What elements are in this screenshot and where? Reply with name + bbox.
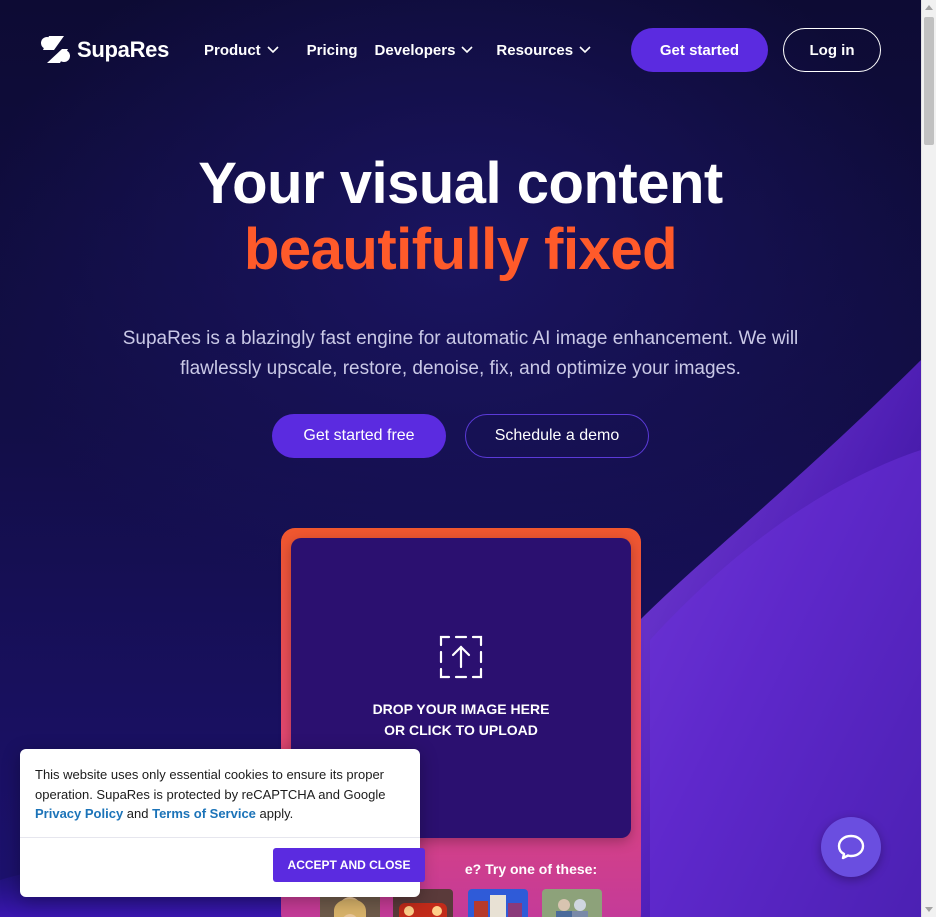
couple-sample-icon [542,889,602,917]
chat-bubble-icon [837,834,865,860]
upload-instructions: DROP YOUR IMAGE HERE OR CLICK TO UPLOAD [291,699,631,741]
nav-product[interactable]: Product [204,40,279,60]
logo-text: SupaRes [77,36,170,62]
hero-title-line1: Your visual content [198,151,723,216]
page-background: SupaRes Product Pricing Developers Resou… [0,0,921,917]
nav-developers[interactable]: Developers [375,40,474,60]
nav-product-label: Product [204,41,261,59]
scrollbar-thumb[interactable] [924,17,934,145]
nav-resources-label: Resources [496,41,574,59]
building-sample-icon [468,889,528,917]
get-started-button[interactable]: Get started [631,28,768,72]
login-button[interactable]: Log in [783,28,881,72]
sample-image-couple[interactable] [542,889,602,917]
sample-image-building[interactable] [468,889,528,917]
nav-developers-label: Developers [374,41,456,59]
logo[interactable]: SupaRes [40,34,169,65]
nav-resources[interactable]: Resources [496,40,591,60]
get-started-free-button[interactable]: Get started free [272,414,446,458]
suppres-logo-icon [41,36,70,63]
nav-pricing-label: Pricing [306,41,358,59]
main-nav: Product Pricing Developers Resources [204,40,591,60]
chat-launcher-button[interactable] [821,817,881,877]
hero-subtitle: SupaRes is a blazingly fast engine for a… [122,328,799,379]
cookie-divider [20,837,420,838]
accept-cookies-button[interactable]: ACCEPT AND CLOSE [273,848,425,882]
privacy-policy-link[interactable]: Privacy Policy [35,806,123,821]
upload-line1: DROP YOUR IMAGE HERE [372,701,550,717]
cookie-message: This website uses only essential cookies… [35,767,386,821]
cookie-banner: This website uses only essential cookies… [20,749,425,897]
hero-title-line2: beautifully fixed [243,217,678,282]
terms-of-service-link[interactable]: Terms of Service [152,806,256,821]
chevron-down-icon [461,46,473,54]
upload-line2: OR CLICK TO UPLOAD [384,722,538,738]
chevron-down-icon [267,46,279,54]
scroll-up-arrow[interactable] [925,5,933,10]
nav-pricing[interactable]: Pricing [307,40,358,60]
scroll-down-arrow[interactable] [925,907,933,912]
site-header: SupaRes Product Pricing Developers Resou… [0,0,921,100]
upload-icon [439,635,483,679]
schedule-demo-button[interactable]: Schedule a demo [465,414,649,458]
chevron-down-icon [579,46,591,54]
page-scrollbar[interactable] [921,0,936,917]
